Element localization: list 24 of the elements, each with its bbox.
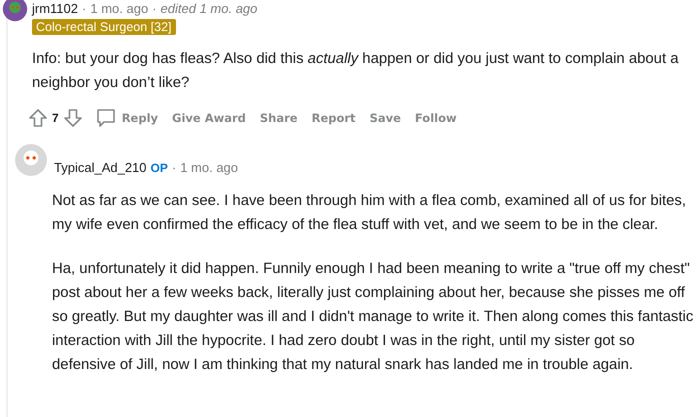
upvote-icon[interactable] xyxy=(28,108,48,128)
comment-text: Info: but your dog has fleas? Also did this actually happen or did you just want to complain about a neighbor you don’t like? xyxy=(32,50,680,93)
separator-dot: · xyxy=(82,1,86,16)
vote-count: 7 xyxy=(52,111,59,125)
username-link[interactable]: jrm1102 xyxy=(32,1,78,16)
user-flair: Colo-rectal Surgeon [32] xyxy=(32,19,176,35)
edited-label: edited 1 mo. ago xyxy=(160,1,258,16)
separator-dot: · xyxy=(152,1,157,16)
speech-bubble-icon xyxy=(94,107,117,129)
comment-text: Not as far as we can see. I have been through him with a flea comb, examined all of us for bites, my wife even confirmed the efficacy of the flea stuff with vet, and we seem to be in the clear. xyxy=(52,192,688,235)
downvote-icon[interactable] xyxy=(62,108,83,128)
timestamp: 1 mo. ago xyxy=(90,1,148,16)
action-button[interactable]: Report xyxy=(306,107,362,129)
action-button[interactable]: Give Award xyxy=(166,107,252,129)
action-button[interactable]: Follow xyxy=(408,107,463,129)
username-link[interactable]: Typical_Ad_210 xyxy=(54,160,147,175)
reply-button[interactable]: Reply xyxy=(88,103,164,133)
op-label: OP xyxy=(150,161,168,175)
action-button[interactable]: Share xyxy=(254,107,304,129)
timestamp: 1 mo. ago xyxy=(180,160,238,175)
avatar-icon[interactable] xyxy=(2,0,28,24)
action-button[interactable]: Save xyxy=(364,107,407,129)
separator-dot: · xyxy=(172,160,176,175)
comment-text: Ha, unfortunately it did happen. Funnily enough I had been meaning to write a "true off my chest" post about her a few weeks back, literally just complaining about her, because she pisses me off so greatly. But my daughter was ill and I didn't manage to write it. Then along comes this fantastic interaction with Jill the hypocrite. I had zero doubt I was in the right, until my sister got so defensive of Jill, now I am thinking that my natural snark has landed me in trouble again. xyxy=(52,260,694,375)
